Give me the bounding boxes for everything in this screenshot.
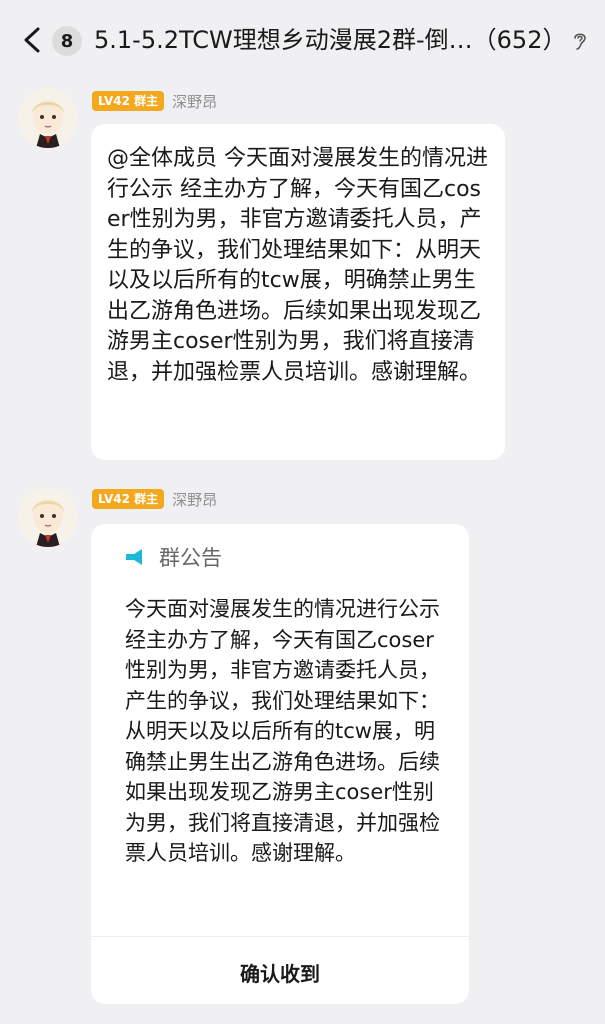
announcement-text: 今天面对漫展发生的情况进行公示 经主办方了解，今天有国乙coser性别为男，非官… xyxy=(125,597,440,865)
level-badge: LV42 群主 xyxy=(92,489,165,509)
sender-name[interactable]: 深野昂 xyxy=(172,489,217,510)
ear-icon[interactable] xyxy=(570,30,590,52)
chevron-left-icon[interactable] xyxy=(18,24,48,56)
level-badge: LV42 群主 xyxy=(92,91,165,111)
chat-header: 8 5.1-5.2TCW理想乡动漫展2群-倒…（652） xyxy=(0,0,605,80)
message-meta: LV42 群主 深野昂 xyxy=(92,488,217,510)
announcement-label: 群公告 xyxy=(159,546,222,570)
avatar-image xyxy=(18,88,78,148)
megaphone-icon xyxy=(126,549,142,565)
group-title[interactable]: 5.1-5.2TCW理想乡动漫展2群-倒…（652） xyxy=(94,24,564,56)
announcement-header: 群公告 xyxy=(125,542,445,572)
message-bubble[interactable]: @全体成员 今天面对漫展发生的情况进行公示 经主办方了解，今天有国乙coser性… xyxy=(91,124,505,460)
announcement-card[interactable]: 群公告 今天面对漫展发生的情况进行公示 经主办方了解，今天有国乙coser性别为… xyxy=(91,524,469,1004)
avatar[interactable] xyxy=(18,487,78,547)
sender-name[interactable]: 深野昂 xyxy=(172,91,217,112)
message-meta: LV42 群主 深野昂 xyxy=(92,90,217,112)
unread-count-badge[interactable]: 8 xyxy=(52,26,82,56)
avatar[interactable] xyxy=(18,88,78,148)
avatar-image xyxy=(18,487,78,547)
message-text: @全体成员 今天面对漫展发生的情况进行公示 经主办方了解，今天有国乙coser性… xyxy=(107,146,488,385)
divider xyxy=(91,936,469,937)
confirm-received-button[interactable]: 确认收到 xyxy=(91,958,469,987)
